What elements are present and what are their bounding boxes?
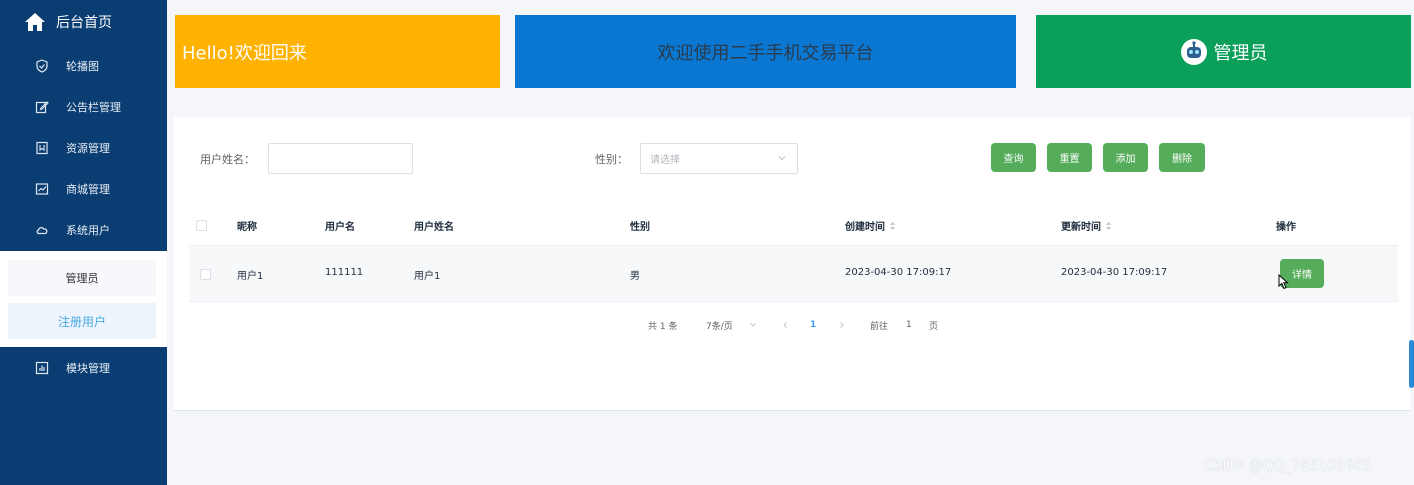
- chart-icon: [35, 182, 49, 196]
- sort-icon[interactable]: [1105, 221, 1112, 231]
- pagination-total: 共 1 条: [648, 321, 678, 332]
- next-page-button[interactable]: [838, 319, 846, 331]
- cell-realname: 用户1: [414, 271, 441, 282]
- sidebar-home[interactable]: 后台首页: [0, 0, 167, 44]
- sidebar-item-label: 资源管理: [66, 142, 110, 155]
- goto-input[interactable]: 1: [906, 319, 912, 331]
- col-gender: 性别: [630, 222, 650, 233]
- goto-label: 前往: [870, 321, 889, 332]
- platform-card: 欢迎使用二手手机交易平台: [515, 15, 1016, 88]
- user-role: 管理员: [1213, 42, 1268, 64]
- sidebar-item-label: 公告栏管理: [66, 101, 121, 114]
- query-button[interactable]: 查询: [991, 143, 1036, 172]
- reset-button[interactable]: 重置: [1047, 143, 1092, 172]
- watermark-text: CSDN @QQ_785101605: [1204, 458, 1372, 474]
- sidebar-subitem-registered-user[interactable]: 注册用户: [8, 303, 156, 339]
- cell-nickname: 用户1: [237, 271, 264, 282]
- cell-updated: 2023-04-30 17:09:17: [1061, 267, 1168, 278]
- chevron-down-icon: [777, 153, 787, 163]
- sidebar-item-module[interactable]: 模块管理: [0, 348, 167, 388]
- robot-avatar-icon: [1180, 38, 1208, 66]
- sidebar-item-carousel[interactable]: 轮播图: [0, 46, 167, 86]
- sidebar-item-resource[interactable]: 资源管理: [0, 128, 167, 168]
- bookmark-icon: [35, 141, 49, 155]
- page-number-current[interactable]: 1: [810, 319, 816, 331]
- col-action: 操作: [1276, 222, 1296, 233]
- cell-gender: 男: [630, 271, 640, 282]
- sidebar-item-label: 系统用户: [66, 224, 110, 237]
- page-size-label: 7条/页: [706, 321, 733, 332]
- platform-title: 欢迎使用二手手机交易平台: [657, 42, 874, 64]
- sidebar-item-label: 轮播图: [66, 60, 99, 73]
- sidebar-item-label: 模块管理: [66, 362, 110, 375]
- col-realname: 用户姓名: [414, 222, 454, 233]
- sidebar-submenu: 管理员 注册用户: [0, 251, 167, 347]
- page-suffix: 页: [929, 321, 939, 332]
- col-updated-label: 更新时间: [1061, 222, 1101, 233]
- chevron-left-icon: [783, 322, 787, 328]
- name-label: 用户姓名：: [200, 153, 255, 166]
- delete-button[interactable]: 删除: [1159, 143, 1205, 172]
- sidebar-item-notice[interactable]: 公告栏管理: [0, 87, 167, 127]
- col-username: 用户名: [325, 222, 355, 233]
- cell-username: 111111: [325, 267, 364, 278]
- sidebar-subitem-admin[interactable]: 管理员: [8, 260, 156, 296]
- bar-chart-icon: [35, 361, 49, 375]
- gender-label: 性别：: [595, 153, 628, 166]
- sort-icon[interactable]: [889, 221, 896, 231]
- sidebar-item-label: 商城管理: [66, 183, 110, 196]
- sidebar: 后台首页 轮播图 公告栏管理 资源管理 商城管理 系统用户 管理员 注册用户 模…: [0, 0, 167, 485]
- col-created-label: 创建时间: [845, 222, 885, 233]
- row-divider: [189, 301, 1398, 302]
- add-button[interactable]: 添加: [1103, 143, 1148, 172]
- page-size-select[interactable]: 7条/页: [706, 319, 757, 332]
- sidebar-item-shop[interactable]: 商城管理: [0, 169, 167, 209]
- col-nickname: 昵称: [237, 222, 257, 233]
- user-card: 管理员: [1036, 15, 1411, 88]
- name-input[interactable]: [268, 143, 413, 174]
- sidebar-home-label: 后台首页: [56, 15, 112, 31]
- home-icon: [24, 11, 46, 33]
- scrollbar-thumb[interactable]: [1409, 340, 1414, 388]
- sidebar-item-system-user[interactable]: 系统用户: [0, 210, 167, 250]
- table-row: [189, 246, 1398, 301]
- shield-check-icon: [35, 59, 49, 73]
- chevron-down-icon: [749, 321, 757, 329]
- select-all-checkbox[interactable]: [196, 220, 207, 231]
- col-created[interactable]: 创建时间: [845, 218, 896, 233]
- mouse-cursor-icon: [1278, 274, 1290, 290]
- gender-select-placeholder: 请选择: [650, 155, 680, 166]
- prev-page-button[interactable]: [781, 319, 789, 331]
- main-panel: 用户姓名： 性别： 请选择 查询 重置 添加 删除 昵称 用户名 用户姓名 性别…: [174, 117, 1410, 411]
- welcome-card: Hello!欢迎回来: [175, 15, 500, 88]
- welcome-text: Hello!欢迎回来: [182, 42, 307, 64]
- col-updated[interactable]: 更新时间: [1061, 218, 1112, 233]
- edit-icon: [35, 100, 49, 114]
- chevron-right-icon: [840, 322, 844, 328]
- cell-created: 2023-04-30 17:09:17: [845, 267, 952, 278]
- row-checkbox[interactable]: [200, 269, 211, 280]
- gender-select[interactable]: 请选择: [640, 143, 798, 174]
- cloud-icon: [35, 223, 49, 237]
